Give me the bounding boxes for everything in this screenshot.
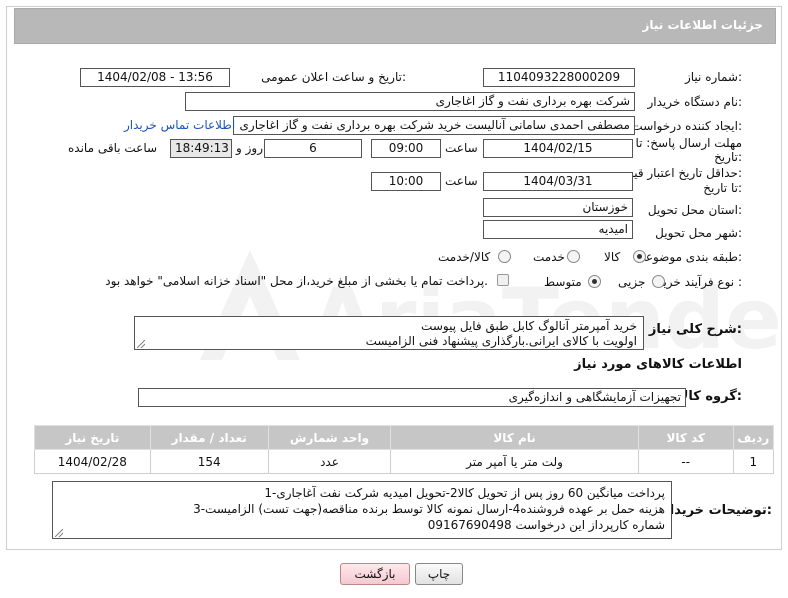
buyer-label: نام دستگاه خریدار: xyxy=(647,95,743,109)
validity-label-1: حداقل تاریخ اعتبار قیمت: xyxy=(615,166,742,180)
treasury-payment-checkbox[interactable] xyxy=(497,274,509,286)
summary-line-2: اولویت با کالای ایرانی.بارگذاری پیشنهاد … xyxy=(365,334,637,348)
items-table-header: ردیف کد کالا نام کالا واحد شمارش تعداد /… xyxy=(34,425,775,450)
remaining-days-field: 6 xyxy=(264,139,362,158)
validity-date-field: 1404/03/31 xyxy=(483,172,633,191)
process-option-minor: جزیی xyxy=(618,275,646,289)
summary-label: شرح کلی نیاز: xyxy=(648,322,742,337)
cell-need-date: 1404/02/28 xyxy=(34,449,151,474)
buyer-field: شرکت بهره برداری نفت و گاز اغاجاری xyxy=(185,92,635,111)
remaining-label: ساعت باقی مانده xyxy=(68,141,158,155)
cell-name: ولت متر یا آمپر متر xyxy=(390,449,639,474)
col-header-unit: واحد شمارش xyxy=(267,425,392,450)
goods-group-field: تجهیزات آزمایشگاهی و اندازه‌گیری xyxy=(138,388,686,407)
process-radio-minor[interactable] xyxy=(652,275,665,288)
col-header-name: نام کالا xyxy=(390,425,639,450)
province-label: استان محل تحویل: xyxy=(647,203,742,217)
buyer-contact-link[interactable]: اطلاعات تماس خریدار xyxy=(124,118,235,132)
creator-label: ایجاد کننده درخواست: xyxy=(631,119,742,133)
validity-label-2: تا تاریخ: xyxy=(703,181,742,195)
announce-label: تاریخ و ساعت اعلان عمومی: xyxy=(261,70,406,84)
notes-line-2: 3-هزینه حمل بر عهده فروشنده4-ارسال نمونه… xyxy=(193,502,665,516)
category-option-goods-service: کالا/خدمت xyxy=(438,250,491,264)
col-header-quantity: تعداد / مقدار xyxy=(149,425,269,450)
cell-unit: عدد xyxy=(267,449,392,474)
goods-group-label: گروه کالا: xyxy=(678,389,742,404)
city-field: امیدیه xyxy=(483,220,633,239)
process-radio-medium[interactable] xyxy=(588,275,601,288)
summary-line-1: خرید آمپرمتر آنالوگ کابل طبق فایل پیوست xyxy=(421,319,637,333)
category-radio-goods-service[interactable] xyxy=(498,250,511,263)
process-label: نوع فرآیند خرید : xyxy=(657,275,742,289)
col-header-need-date: تاریخ نیاز xyxy=(34,425,151,450)
summary-textarea[interactable]: خرید آمپرمتر آنالوگ کابل طبق فایل پیوست … xyxy=(134,316,644,350)
category-radio-goods[interactable] xyxy=(633,250,646,263)
deadline-label-2: تاریخ: xyxy=(714,150,742,164)
page-title: جزئیات اطلاعات نیاز xyxy=(642,18,763,32)
deadline-time-label: ساعت xyxy=(445,141,478,155)
treasury-payment-note: پرداخت تمام یا بخشی از مبلغ خرید،از محل … xyxy=(105,274,488,288)
cell-row-number: 1 xyxy=(732,449,775,474)
validity-time-label: ساعت xyxy=(445,174,478,188)
category-option-goods: کالا xyxy=(604,250,621,264)
category-label: طبقه بندی موضوعی: xyxy=(635,250,742,264)
resize-grip-icon[interactable] xyxy=(137,340,145,348)
need-number-field: 1104093228000209 xyxy=(483,68,635,87)
print-button[interactable]: چاپ xyxy=(415,563,463,585)
need-number-label: شماره نیاز: xyxy=(684,70,742,84)
notes-label: توضیحات خریدار: xyxy=(662,503,772,518)
deadline-label-1: مهلت ارسال پاسخ: تا xyxy=(635,136,742,150)
cell-quantity: 154 xyxy=(149,449,269,474)
items-table: ردیف کد کالا نام کالا واحد شمارش تعداد /… xyxy=(34,425,775,474)
deadline-time-field: 09:00 xyxy=(371,139,441,158)
notes-line-1: 1-پرداخت میانگین 60 روز پس از تحویل کالا… xyxy=(264,486,665,500)
resize-grip-icon[interactable] xyxy=(55,529,63,537)
title-bar: جزئیات اطلاعات نیاز xyxy=(14,8,776,44)
notes-line-3: شماره کارپرداز این درخواست 09167690498 xyxy=(427,518,665,532)
announce-datetime-field: 1404/02/08 - 13:56 xyxy=(80,68,230,87)
process-option-medium: متوسط xyxy=(544,275,582,289)
category-option-service: خدمت xyxy=(533,250,565,264)
deadline-date-field: 1404/02/15 xyxy=(483,139,633,158)
back-button[interactable]: بازگشت xyxy=(340,563,410,585)
city-label: شهر محل تحویل: xyxy=(655,226,742,240)
col-header-code: کد کالا xyxy=(637,425,734,450)
col-header-row-number: ردیف xyxy=(732,425,775,450)
days-label: روز و xyxy=(236,141,263,155)
remaining-time-field: 18:49:13 xyxy=(170,139,232,158)
table-row: 1 -- ولت متر یا آمپر متر عدد 154 1404/02… xyxy=(34,449,775,474)
notes-textarea[interactable]: 1-پرداخت میانگین 60 روز پس از تحویل کالا… xyxy=(52,481,672,539)
province-field: خوزستان xyxy=(483,198,633,217)
items-section-title: اطلاعات کالاهای مورد نیاز xyxy=(574,357,742,372)
cell-code: -- xyxy=(637,449,734,474)
category-radio-service[interactable] xyxy=(567,250,580,263)
creator-field: مصطفی احمدی سامانی آنالیست خرید شرکت بهر… xyxy=(233,116,635,135)
validity-time-field: 10:00 xyxy=(371,172,441,191)
